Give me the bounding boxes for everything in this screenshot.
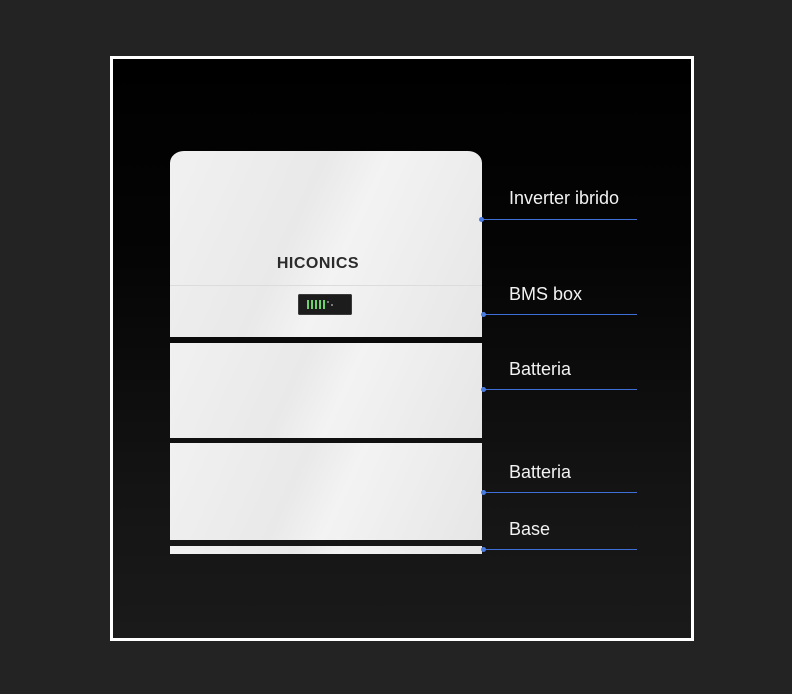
brand-logo: HICONICS (276, 255, 360, 272)
status-led (323, 300, 325, 309)
callout-dot-inverter (479, 217, 484, 222)
status-led (331, 304, 333, 306)
callout-line-battery-2 (483, 492, 637, 493)
status-led (319, 300, 321, 309)
label-battery-1: Batteria (509, 359, 572, 379)
callout-line-bms (483, 314, 637, 315)
status-led (327, 301, 329, 303)
callout-line-inverter (481, 219, 637, 220)
callout-dot-bms (481, 312, 486, 317)
label-battery-2: Batteria (509, 462, 572, 482)
label-inverter: Inverter ibrido (509, 188, 620, 208)
callout-dot-base (481, 547, 486, 552)
callout-dot-battery-2 (481, 490, 486, 495)
diagram-frame: HICONICS Inverter ibrido BMS box Batteri… (110, 56, 694, 641)
status-led (311, 300, 313, 309)
callout-dot-battery-1 (481, 387, 486, 392)
inverter-unit: HICONICS (170, 151, 482, 337)
inverter-bms-divider (170, 285, 482, 286)
callout-line-base (483, 549, 637, 550)
status-led (315, 300, 317, 309)
status-led-panel (298, 294, 352, 315)
screenshot-canvas: HICONICS Inverter ibrido BMS box Batteri… (0, 0, 792, 694)
base-module (170, 546, 482, 554)
status-led (307, 300, 309, 309)
battery-module-2 (170, 443, 482, 540)
battery-module-1 (170, 343, 482, 438)
label-base: Base (509, 519, 551, 539)
callout-line-battery-1 (483, 389, 637, 390)
label-bms: BMS box (509, 284, 583, 304)
